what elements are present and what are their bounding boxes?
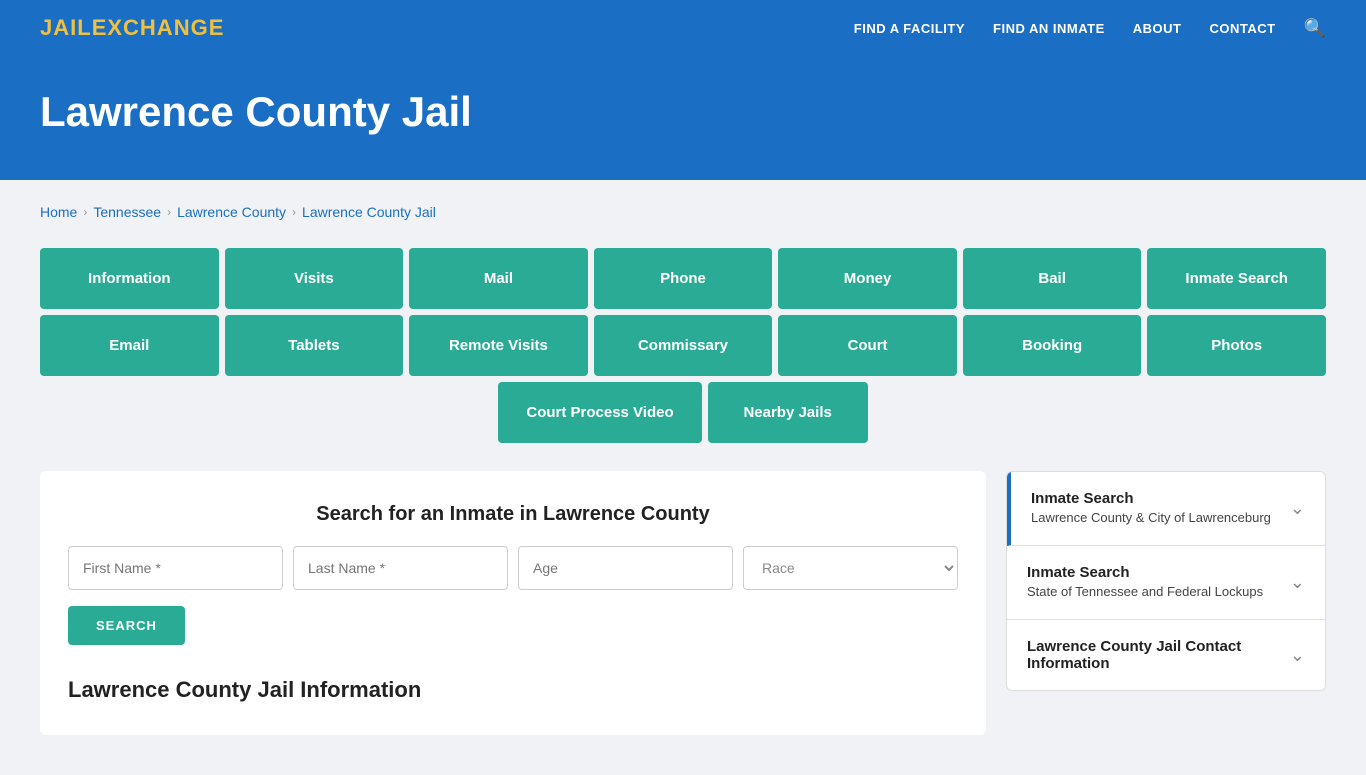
- last-name-input[interactable]: [293, 546, 508, 590]
- breadcrumb-home[interactable]: Home: [40, 204, 77, 220]
- breadcrumb-current[interactable]: Lawrence County Jail: [302, 204, 436, 220]
- btn-phone[interactable]: Phone: [594, 248, 773, 309]
- logo-exchange: EXCHANGE: [92, 15, 225, 40]
- nav-find-facility[interactable]: FIND A FACILITY: [854, 21, 965, 36]
- info-section: Lawrence County Jail Information: [68, 677, 958, 703]
- sidebar-item-left-1: Inmate Search Lawrence County & City of …: [1031, 490, 1271, 527]
- btn-court[interactable]: Court: [778, 315, 957, 376]
- breadcrumb-chevron-3: ›: [292, 205, 296, 219]
- logo[interactable]: JAILEXCHANGE: [40, 15, 224, 41]
- sidebar-item-contact-info[interactable]: Lawrence County Jail Contact Information…: [1007, 620, 1325, 690]
- race-select[interactable]: Race White Black Hispanic Asian Other: [743, 546, 958, 590]
- btn-court-process-video[interactable]: Court Process Video: [498, 382, 701, 443]
- search-panel: Search for an Inmate in Lawrence County …: [40, 471, 986, 735]
- search-title: Search for an Inmate in Lawrence County: [68, 503, 958, 526]
- btn-commissary[interactable]: Commissary: [594, 315, 773, 376]
- btn-information[interactable]: Information: [40, 248, 219, 309]
- btn-photos[interactable]: Photos: [1147, 315, 1326, 376]
- breadcrumb: Home › Tennessee › Lawrence County › Law…: [40, 204, 1326, 220]
- btn-mail[interactable]: Mail: [409, 248, 588, 309]
- button-grid-row3: Court Process Video Nearby Jails: [40, 382, 1326, 443]
- nav-about[interactable]: ABOUT: [1133, 21, 1182, 36]
- chevron-down-icon-2: ⌄: [1290, 572, 1305, 593]
- search-button[interactable]: SEARCH: [68, 606, 185, 645]
- btn-email[interactable]: Email: [40, 315, 219, 376]
- button-grid-row2: Email Tablets Remote Visits Commissary C…: [40, 315, 1326, 376]
- btn-remote-visits[interactable]: Remote Visits: [409, 315, 588, 376]
- hero-banner: Lawrence County Jail: [0, 56, 1366, 180]
- main-content: Home › Tennessee › Lawrence County › Law…: [0, 180, 1366, 775]
- btn-inmate-search[interactable]: Inmate Search: [1147, 248, 1326, 309]
- btn-booking[interactable]: Booking: [963, 315, 1142, 376]
- nav-contact[interactable]: CONTACT: [1209, 21, 1275, 36]
- sidebar-item-title-3: Lawrence County Jail Contact Information: [1027, 638, 1290, 672]
- header: JAILEXCHANGE FIND A FACILITY FIND AN INM…: [0, 0, 1366, 56]
- btn-visits[interactable]: Visits: [225, 248, 404, 309]
- sidebar-item-inmate-search-local[interactable]: Inmate Search Lawrence County & City of …: [1007, 472, 1325, 546]
- first-name-input[interactable]: [68, 546, 283, 590]
- main-nav: FIND A FACILITY FIND AN INMATE ABOUT CON…: [854, 18, 1326, 39]
- btn-bail[interactable]: Bail: [963, 248, 1142, 309]
- bottom-section: Search for an Inmate in Lawrence County …: [40, 471, 1326, 735]
- breadcrumb-chevron-1: ›: [83, 205, 87, 219]
- header-search-icon[interactable]: 🔍: [1304, 18, 1326, 39]
- search-fields: Race White Black Hispanic Asian Other: [68, 546, 958, 590]
- breadcrumb-tennessee[interactable]: Tennessee: [93, 204, 161, 220]
- age-input[interactable]: [518, 546, 733, 590]
- sidebar-item-left-2: Inmate Search State of Tennessee and Fed…: [1027, 564, 1263, 601]
- page-title: Lawrence County Jail: [40, 88, 1326, 136]
- breadcrumb-lawrence-county[interactable]: Lawrence County: [177, 204, 286, 220]
- nav-find-inmate[interactable]: FIND AN INMATE: [993, 21, 1105, 36]
- btn-money[interactable]: Money: [778, 248, 957, 309]
- chevron-down-icon-1: ⌄: [1290, 498, 1305, 519]
- sidebar-item-title-2: Inmate Search: [1027, 564, 1263, 581]
- sidebar-item-left-3: Lawrence County Jail Contact Information: [1027, 638, 1290, 672]
- chevron-down-icon-3: ⌄: [1290, 645, 1305, 666]
- sidebar-item-subtitle-2: State of Tennessee and Federal Lockups: [1027, 583, 1263, 601]
- breadcrumb-chevron-2: ›: [167, 205, 171, 219]
- sidebar-item-inmate-search-state[interactable]: Inmate Search State of Tennessee and Fed…: [1007, 546, 1325, 620]
- sidebar-item-title-1: Inmate Search: [1031, 490, 1271, 507]
- sidebar: Inmate Search Lawrence County & City of …: [1006, 471, 1326, 691]
- sidebar-item-subtitle-1: Lawrence County & City of Lawrenceburg: [1031, 509, 1271, 527]
- btn-nearby-jails[interactable]: Nearby Jails: [708, 382, 868, 443]
- btn-tablets[interactable]: Tablets: [225, 315, 404, 376]
- button-grid-row1: Information Visits Mail Phone Money Bail…: [40, 248, 1326, 309]
- info-title: Lawrence County Jail Information: [68, 677, 958, 703]
- logo-jail: JAIL: [40, 15, 92, 40]
